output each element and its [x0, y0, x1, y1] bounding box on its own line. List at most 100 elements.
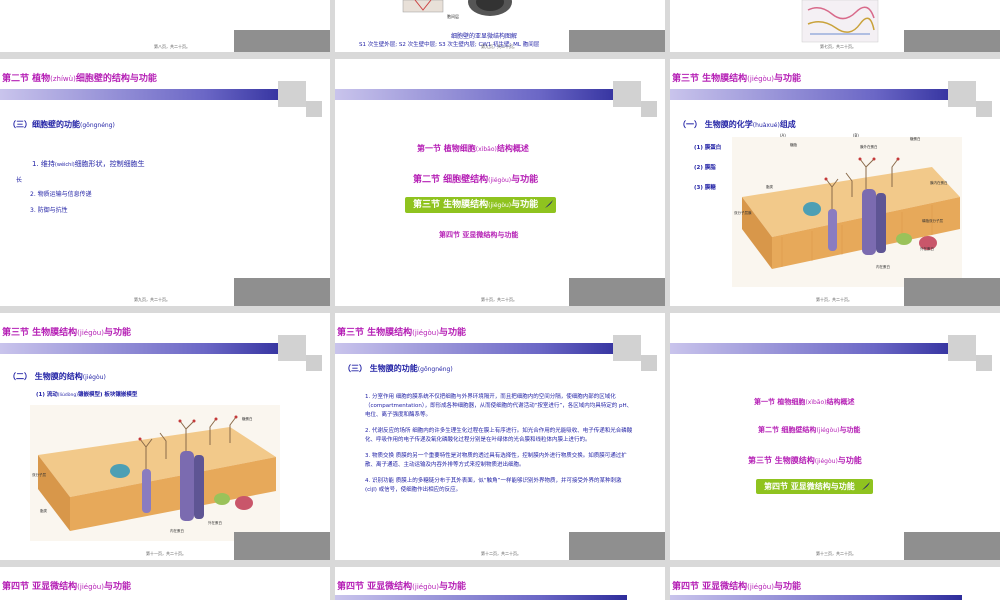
protein-diagram — [801, 0, 879, 43]
diagram-label: 膜内在蛋白 — [930, 181, 948, 185]
section-subtitle: （三） 生物膜的功能(gōngnéng) — [343, 364, 453, 373]
menu-item-section-2[interactable]: 第二节 细胞壁结构(jiégòu)与功能 — [413, 172, 538, 185]
slide-title: 第三节 生物膜结构(jiégòu)与功能 — [2, 328, 131, 338]
list-item-sugar: (3) 膜糖 — [694, 185, 716, 191]
corner-block — [234, 278, 330, 306]
diagram-label: 胞间层 — [447, 14, 459, 19]
deco-square — [948, 81, 976, 107]
slide-9[interactable]: 胞间层 细胞壁的亚显微结构图解 S1 次生壁外层; S2 次生壁中层; S3 次… — [335, 0, 665, 52]
item-1: 1. 维持(wéichí)细胞形状，控制细胞生 — [32, 160, 145, 168]
slide-title: 第三节 生物膜结构(jiégòu)与功能 — [672, 74, 801, 84]
feather-icon — [545, 200, 554, 208]
deco-square — [306, 355, 322, 371]
slide-footer: 第八页，共二十页。 — [154, 44, 190, 49]
menu-item-section-1[interactable]: 第一节 植物细胞(xìbāo)结构概述 — [417, 143, 529, 154]
slide-menu-section-3[interactable]: 第一节 植物细胞(xìbāo)结构概述 第二节 细胞壁结构(jiégòu)与功能… — [335, 59, 665, 306]
paragraph-4: 4. 识别功能 质膜上的多糖链分布于其外表面，似“触角”一样能够识别外界物质，并… — [365, 478, 622, 493]
diagram-label: 内在蛋白 — [876, 265, 890, 269]
deco-square — [641, 355, 657, 371]
deco-square — [976, 101, 992, 117]
slide-footer: 第十页，共二十页。 — [816, 297, 852, 302]
slide-7[interactable]: 第七页，共二十页。 — [670, 0, 1000, 52]
diagram-label: 脂类 — [766, 185, 773, 189]
corner-block — [904, 532, 1000, 560]
menu-item-section-3[interactable]: 第三节 生物膜结构(jiégòu)与功能 — [405, 197, 557, 213]
list-item-lipid: (2) 膜脂 — [694, 165, 716, 171]
corner-block — [569, 532, 665, 560]
title-band — [335, 595, 627, 600]
slide-section-4-c[interactable]: 第四节 亚显微结构(jiégòu)与功能 — [670, 567, 1000, 600]
model-name: (1) 流动(liúdòng)镶嵌模型) 板块镶嵌模型 — [36, 392, 138, 398]
slide-footer: 第十页，共二十页。 — [481, 297, 517, 302]
deco-square — [976, 355, 992, 371]
slide-title: 第四节 亚显微结构(jiégòu)与功能 — [2, 582, 131, 592]
slide-membrane-composition[interactable]: 第三节 生物膜结构(jiégòu)与功能 （一） 生物膜的化学(huàxué)组… — [670, 59, 1000, 306]
section-subtitle: （一） 生物膜的化学(huàxué)组成 — [678, 120, 796, 129]
diagram-label: 双分子层 — [32, 473, 46, 477]
slide-footer: 第九页，共二十页。 — [134, 297, 170, 302]
menu-item-section-4[interactable]: 第四节 亚显微结构与功能 — [439, 230, 518, 240]
corner-block — [569, 30, 665, 52]
diagram-label: 脂类 — [40, 509, 47, 513]
corner-block — [904, 30, 1000, 52]
diagram-label: 内在蛋白 — [170, 529, 184, 533]
slide-section-4-a[interactable]: 第四节 亚显微结构(jiégòu)与功能 — [0, 567, 330, 600]
corner-block — [234, 30, 330, 52]
slide-title: 第四节 亚显微结构(jiégòu)与功能 — [337, 582, 466, 592]
figure-caption: 细胞壁的亚显微结构图解 — [451, 33, 518, 40]
title-band — [670, 343, 962, 354]
menu-item-section-2[interactable]: 第二节 细胞壁结构(jiégòu)与功能 — [758, 425, 860, 435]
list-item-protein: (1) 膜蛋白 — [694, 145, 722, 151]
title-band — [335, 343, 627, 354]
slide-cell-wall-function[interactable]: 第二节 植物(zhíwù)细胞壁的结构与功能 （三）细胞壁的功能(gōngnén… — [0, 59, 330, 306]
diagram-label: 双分子层膜 — [734, 211, 752, 215]
diagram-label: 磷脂双分子层 — [922, 219, 943, 223]
paragraph-1: 1. 分室作用 细胞的膜系统不仅把细胞与外界环境隔开，而且把细胞内的空间分隔，使… — [365, 394, 633, 418]
corner-block — [234, 532, 330, 560]
menu-item-section-1[interactable]: 第一节 植物细胞(xìbāo)结构概述 — [754, 397, 855, 407]
diagram-label: 膜外在蛋白 — [860, 145, 878, 149]
diagram-label: 外在蛋白 — [208, 521, 222, 525]
slide-footer: 第十二页，共二十页。 — [481, 551, 521, 556]
function-paragraphs: 1. 分室作用 细胞的膜系统不仅把细胞与外界环境隔开，而且把细胞内的空间分隔，使… — [365, 393, 633, 502]
corner-block — [904, 278, 1000, 306]
title-band — [670, 595, 962, 600]
section-subtitle: （三）细胞壁的功能(gōngnéng) — [8, 120, 115, 129]
deco-square — [278, 81, 306, 107]
slide-footer: 第十一页，共二十页。 — [146, 551, 186, 556]
deco-square — [613, 335, 641, 361]
slide-title: 第四节 亚显微结构(jiégòu)与功能 — [672, 582, 801, 592]
menu-item-section-4[interactable]: 第四节 亚显微结构与功能 — [756, 479, 873, 494]
slide-membrane-function[interactable]: 第三节 生物膜结构(jiégòu)与功能 （三） 生物膜的功能(gōngnéng… — [335, 313, 665, 560]
corner-block — [569, 278, 665, 306]
title-band — [670, 89, 962, 100]
diagram-label: 糖蛋白 — [242, 417, 253, 421]
item-1-cont: 长 — [16, 177, 23, 184]
deco-square — [948, 335, 976, 361]
deco-square — [306, 101, 322, 117]
slide-menu-section-4[interactable]: 第一节 植物细胞(xìbāo)结构概述 第二节 细胞壁结构(jiégòu)与功能… — [670, 313, 1000, 560]
menu-item-section-3[interactable]: 第三节 生物膜结构(jiégòu)与功能 — [748, 455, 862, 466]
slide-title: 第二节 植物(zhíwù)细胞壁的结构与功能 — [2, 74, 157, 84]
title-band — [0, 343, 292, 354]
title-band — [0, 89, 292, 100]
deco-square — [278, 335, 306, 361]
slide-membrane-structure[interactable]: 第三节 生物膜结构(jiégòu)与功能 （二） 生物膜的结构(jiégòu) … — [0, 313, 330, 560]
slide-footer: 第十三页，共二十页。 — [816, 551, 856, 556]
membrane-diagram — [30, 405, 280, 541]
slide-footer: 第九页，共二十页。 — [481, 44, 517, 49]
slide-section-4-b[interactable]: 第四节 亚显微结构(jiégòu)与功能 — [335, 567, 665, 600]
title-band — [335, 89, 627, 100]
membrane-diagram — [732, 137, 962, 287]
slide-8[interactable]: 第八页，共二十页。 — [0, 0, 330, 52]
feather-icon — [861, 482, 870, 490]
diagram-label: 外在蛋白 — [920, 247, 934, 251]
paragraph-2: 2. 代谢反应的场所 细胞内的许多生理生化过程在膜上有序进行。如光合作用的光能吸… — [365, 428, 633, 443]
deco-square — [613, 81, 641, 107]
slide-title: 第三节 生物膜结构(jiégòu)与功能 — [337, 328, 466, 338]
diagram-label: 糖蛋白 — [910, 137, 921, 141]
item-3: 3. 防御与抗性 — [30, 207, 68, 214]
diagram-label: 糖脂 — [790, 143, 797, 147]
section-subtitle: （二） 生物膜的结构(jiégòu) — [8, 372, 106, 381]
item-2: 2. 物质运输与信息传递 — [30, 191, 92, 198]
